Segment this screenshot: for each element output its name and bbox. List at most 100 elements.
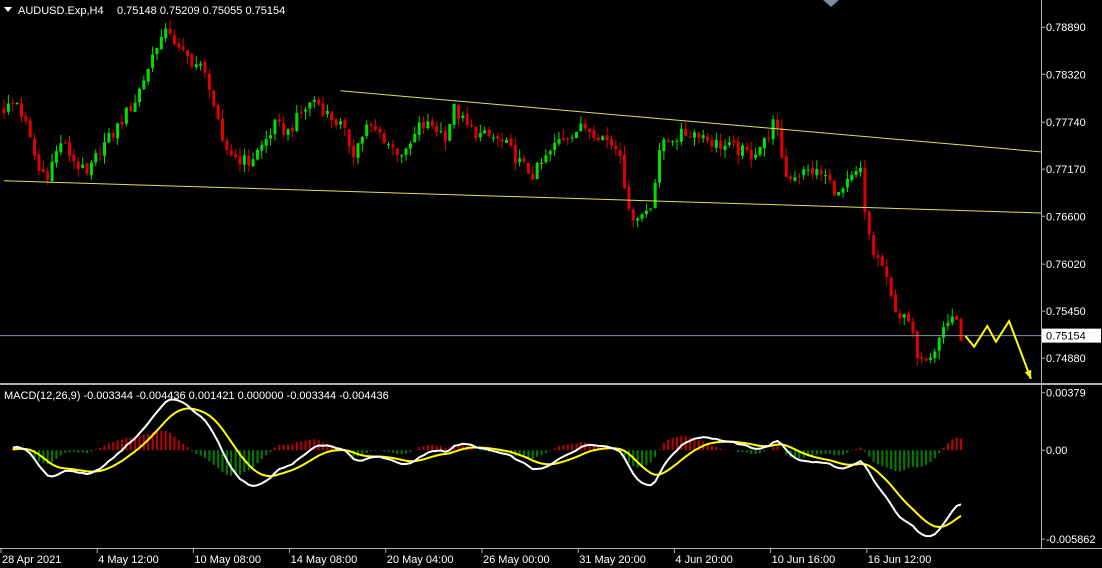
candle-body <box>719 140 723 149</box>
candle-body <box>41 169 45 172</box>
time-tick-label: 10 Jun 16:00 <box>772 554 836 566</box>
bull-candle <box>146 68 150 86</box>
bull-candle <box>59 134 63 156</box>
candle-body <box>299 112 303 114</box>
bear-candle <box>526 162 530 175</box>
bear-candle <box>666 137 670 144</box>
bear-candle <box>688 129 692 139</box>
candle-body <box>129 106 133 112</box>
candle-body <box>72 154 76 162</box>
candle-body <box>255 150 259 160</box>
candle-body <box>133 102 137 112</box>
candle-body <box>644 210 648 215</box>
candle-body <box>334 119 338 126</box>
time-tick-label: 26 May 00:00 <box>483 554 550 566</box>
bull-candle <box>548 149 552 162</box>
bull-candle <box>295 104 299 133</box>
candle-body <box>474 127 478 139</box>
bull-candle <box>937 337 941 360</box>
bull-candle <box>505 137 509 144</box>
candle-body <box>483 130 487 134</box>
bull-candle <box>579 116 583 133</box>
bear-candle <box>828 168 832 184</box>
candle-body <box>199 63 203 66</box>
bear-candle <box>352 139 356 165</box>
candle-body <box>627 186 631 209</box>
candle-body <box>382 133 386 144</box>
candle-body <box>570 137 574 139</box>
candle-body <box>120 121 124 125</box>
candle-body <box>714 139 718 148</box>
bear-candle <box>334 118 338 129</box>
candle-body <box>426 121 430 128</box>
bear-candle <box>456 103 460 127</box>
bear-candle <box>465 106 469 128</box>
candle-body <box>793 177 797 181</box>
bear-candle <box>343 117 347 136</box>
bear-candle <box>509 133 513 147</box>
time-tick-label: 28 Apr 2021 <box>2 554 61 566</box>
bull-candle <box>164 22 168 43</box>
candle-body <box>859 167 863 173</box>
candle-body <box>137 88 141 103</box>
trendline <box>3 180 1042 214</box>
bear-candle <box>920 351 924 364</box>
candle-body <box>946 322 950 326</box>
bull-candle <box>251 152 255 167</box>
bull-candle <box>692 129 696 146</box>
price-panel[interactable] <box>0 20 1042 380</box>
bear-candle <box>435 120 439 137</box>
bull-candle <box>417 116 421 142</box>
candle-body <box>666 140 670 142</box>
candle-body <box>518 158 522 163</box>
chevron-down-icon[interactable] <box>4 7 12 12</box>
bull-candle <box>653 178 657 209</box>
candle-body <box>824 175 828 177</box>
bear-candle <box>111 129 115 142</box>
bear-candle <box>959 317 963 342</box>
candle-body <box>33 138 37 156</box>
bull-candle <box>365 120 369 139</box>
bear-candle <box>623 145 627 190</box>
bull-candle <box>675 138 679 151</box>
candle-body <box>955 315 959 320</box>
candle-body <box>290 127 294 132</box>
candle-body <box>456 105 460 120</box>
bear-candle <box>749 141 753 168</box>
macd-panel[interactable] <box>11 398 963 538</box>
scroll-marker-icon[interactable] <box>823 0 839 7</box>
candle-body <box>784 156 788 177</box>
bear-candle <box>238 147 242 172</box>
bear-candle <box>596 133 600 143</box>
candle-body <box>583 123 587 129</box>
bear-candle <box>277 113 281 127</box>
bear-candle <box>784 147 788 178</box>
bear-candle <box>395 148 399 163</box>
bear-candle <box>186 50 190 64</box>
bear-candle <box>373 118 377 132</box>
bear-candle <box>867 210 871 241</box>
bear-candle <box>378 125 382 139</box>
candle-body <box>282 123 286 135</box>
candle-body <box>767 137 771 139</box>
candle-body <box>540 162 544 165</box>
candle-body <box>640 214 644 219</box>
candle-body <box>238 156 242 165</box>
bull-candle <box>426 113 430 131</box>
candle-body <box>107 132 111 143</box>
candle-body <box>609 139 613 146</box>
candle-body <box>365 124 369 137</box>
bull-candle <box>15 102 19 106</box>
bear-candle <box>474 126 478 142</box>
candle-body <box>413 134 417 143</box>
bear-candle <box>955 315 959 321</box>
candle-body <box>893 294 897 313</box>
candle-body <box>312 99 316 103</box>
time-tick-label: 10 May 08:00 <box>194 554 261 566</box>
bull-candle <box>50 153 54 183</box>
candle-body <box>63 142 67 144</box>
candle-body <box>343 120 347 128</box>
trading-chart[interactable]: 0.78890 0.78320 0.77740 0.77170 0.76600 0.760… <box>0 0 1102 568</box>
bull-candle <box>806 164 810 176</box>
candle-body <box>959 318 963 342</box>
